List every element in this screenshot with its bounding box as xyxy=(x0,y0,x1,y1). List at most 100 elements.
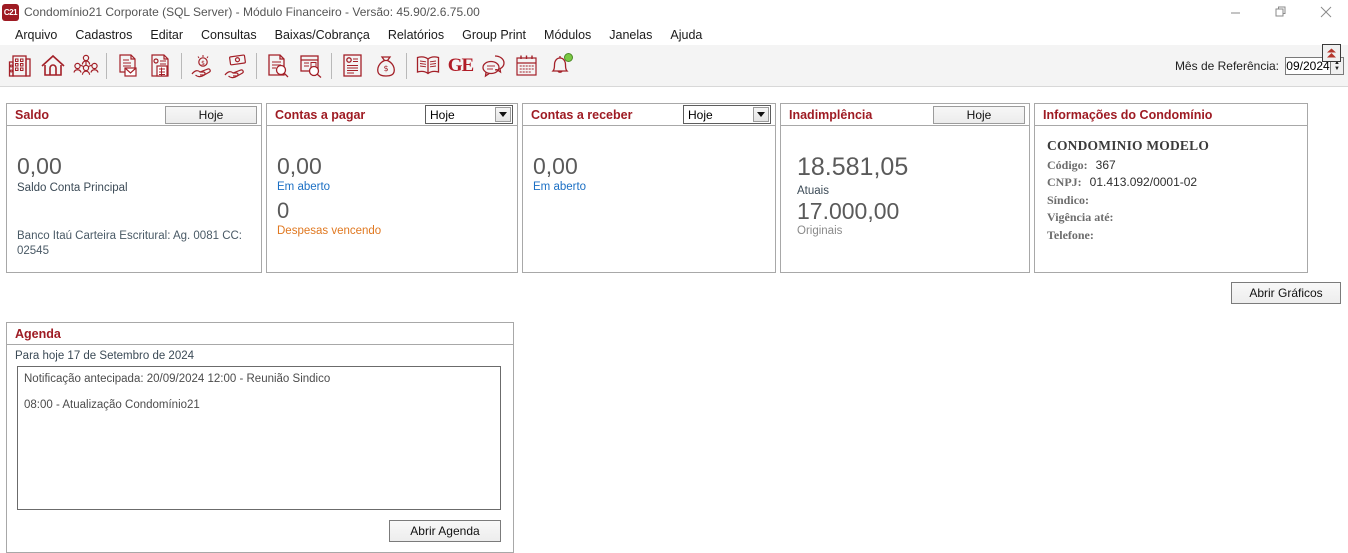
filter-selected-value: Hoje xyxy=(688,107,713,122)
menu-item-cadastros[interactable]: Cadastros xyxy=(66,26,141,44)
home-icon[interactable] xyxy=(36,48,69,84)
toolbar: $ $ GE Mês de Referência: 09/2024 ▲ ▼ xyxy=(0,45,1348,87)
agenda-footer: Abrir Agenda xyxy=(7,510,513,552)
panel-contas-a-pagar: Contas a pagar Hoje 0,00 Em aberto 0 Des… xyxy=(266,103,518,273)
calendar-icon[interactable] xyxy=(510,48,543,84)
hand-money-icon[interactable] xyxy=(219,48,252,84)
menu-item-group-print[interactable]: Group Print xyxy=(453,26,535,44)
svg-text:$: $ xyxy=(383,64,388,73)
condominio-name: CONDOMINIO MODELO xyxy=(1047,138,1210,153)
window-title: Condomínio21 Corporate (SQL Server) - Mó… xyxy=(24,5,480,19)
menu-item-modulos[interactable]: Módulos xyxy=(535,26,600,44)
restore-icon[interactable] xyxy=(1258,0,1303,24)
menu-item-relatorios[interactable]: Relatórios xyxy=(379,26,453,44)
contas-pagar-value: 0,00 xyxy=(277,153,322,179)
chevron-down-icon[interactable] xyxy=(753,107,769,122)
menu-bar: Arquivo Cadastros Editar Consultas Baixa… xyxy=(0,24,1348,45)
panel-contas-a-receber: Contas a receber Hoje 0,00 Em aberto xyxy=(522,103,776,273)
codigo-label: Código: xyxy=(1047,158,1088,172)
inadimplencia-secondary-label: Originais xyxy=(797,224,843,237)
abrir-graficos-button[interactable]: Abrir Gráficos xyxy=(1231,282,1341,304)
title-bar: C21 Condomínio21 Corporate (SQL Server) … xyxy=(0,0,1348,24)
panel-inadimplencia: Inadimplência Hoje 18.581,05 Atuais 17.0… xyxy=(780,103,1030,273)
screen-search-icon[interactable] xyxy=(294,48,327,84)
ge-logo-icon[interactable]: GE xyxy=(444,48,477,84)
agenda-entry: Notificação antecipada: 20/09/2024 12:00… xyxy=(24,373,331,385)
menu-item-arquivo[interactable]: Arquivo xyxy=(6,26,66,44)
contas-receber-value: 0,00 xyxy=(533,153,578,179)
app-icon: C21 xyxy=(2,3,19,21)
panel-agenda-header: Agenda xyxy=(7,323,513,345)
stepper-down-icon[interactable]: ▼ xyxy=(1334,66,1340,72)
agenda-spacer xyxy=(24,388,494,398)
toolbar-separator xyxy=(106,52,107,79)
document-mail-icon[interactable] xyxy=(111,48,144,84)
document-calculator-icon[interactable] xyxy=(144,48,177,84)
panel-saldo: Saldo Hoje 0,00 Saldo Conta Principal Ba… xyxy=(6,103,262,273)
condominio-row-cnpj: CNPJ: 01.413.092/0001-02 xyxy=(1047,174,1297,191)
menu-item-consultas[interactable]: Consultas xyxy=(192,26,266,44)
panel-saldo-body: 0,00 Saldo Conta Principal Banco Itaú Ca… xyxy=(7,126,261,272)
panel-saldo-header: Saldo Hoje xyxy=(7,104,261,126)
contas-receber-value-label[interactable]: Em aberto xyxy=(533,181,765,193)
contas-pagar-secondary-label[interactable]: Despesas vencendo xyxy=(277,225,507,237)
saldo-value-label: Saldo Conta Principal xyxy=(17,182,128,195)
money-bag-icon[interactable]: $ xyxy=(369,48,402,84)
document-list-icon[interactable] xyxy=(336,48,369,84)
panel-inadimplencia-filter-button[interactable]: Hoje xyxy=(933,105,1025,124)
sindico-label: Síndico: xyxy=(1047,192,1090,207)
bell-notification-icon[interactable] xyxy=(543,48,576,84)
minimize-icon[interactable] xyxy=(1213,0,1258,24)
filter-selected-value: Hoje xyxy=(430,107,455,122)
panel-contas-a-pagar-header: Contas a pagar Hoje xyxy=(267,104,517,126)
condominio-row-sindico: Síndico: xyxy=(1047,192,1297,209)
panel-informacoes-body: CONDOMINIO MODELO Código: 367 CNPJ: 01.4… xyxy=(1035,126,1307,272)
panel-contas-a-receber-title: Contas a receber xyxy=(531,107,633,122)
reference-month-label: Mês de Referência: xyxy=(1174,58,1279,73)
toolbar-separator xyxy=(181,52,182,79)
contas-pagar-value-label[interactable]: Em aberto xyxy=(277,181,507,193)
saldo-account-info: Banco Itaú Carteira Escritural: Ag. 0081… xyxy=(17,229,242,258)
inadimplencia-value: 18.581,05 xyxy=(797,153,909,181)
toolbar-separator xyxy=(331,52,332,79)
svg-text:$: $ xyxy=(201,60,205,67)
cnpj-value: 01.413.092/0001-02 xyxy=(1089,175,1198,190)
close-icon[interactable] xyxy=(1303,0,1348,24)
agenda-today-label: Para hoje 17 de Setembro de 2024 xyxy=(15,350,195,362)
abrir-agenda-button[interactable]: Abrir Agenda xyxy=(389,520,501,542)
menu-item-janelas[interactable]: Janelas xyxy=(600,26,661,44)
application-window: C21 Condomínio21 Corporate (SQL Server) … xyxy=(0,0,1348,553)
panel-contas-a-receber-body: 0,00 Em aberto xyxy=(523,126,775,272)
document-search-icon[interactable] xyxy=(261,48,294,84)
agenda-entries-box[interactable]: Notificação antecipada: 20/09/2024 12:00… xyxy=(17,366,501,510)
panel-agenda-title: Agenda xyxy=(15,326,61,341)
panel-saldo-filter-button[interactable]: Hoje xyxy=(165,105,257,124)
inadimplencia-value-label: Atuais xyxy=(797,184,829,197)
menu-item-editar[interactable]: Editar xyxy=(141,26,192,44)
chat-bubbles-icon[interactable] xyxy=(477,48,510,84)
menu-item-baixas-cobranca[interactable]: Baixas/Cobrança xyxy=(266,26,379,44)
panel-informacoes-condominio: Informações do Condomínio CONDOMINIO MOD… xyxy=(1034,103,1308,273)
panel-contas-a-receber-header: Contas a receber Hoje xyxy=(523,104,775,126)
panel-informacoes-header: Informações do Condomínio xyxy=(1035,104,1307,126)
panel-contas-a-pagar-title: Contas a pagar xyxy=(275,107,366,122)
book-icon[interactable] xyxy=(411,48,444,84)
panel-contas-a-pagar-filter-select[interactable]: Hoje xyxy=(425,105,513,124)
window-controls xyxy=(1213,0,1348,24)
menu-item-ajuda[interactable]: Ajuda xyxy=(661,26,711,44)
panel-inadimplencia-title: Inadimplência xyxy=(789,107,873,122)
building-icon[interactable] xyxy=(3,48,36,84)
panel-contas-a-receber-filter-select[interactable]: Hoje xyxy=(683,105,771,124)
hand-coin-icon[interactable]: $ xyxy=(186,48,219,84)
cnpj-label: CNPJ: xyxy=(1047,175,1082,190)
agenda-entry: 08:00 - Atualização Condomínio21 xyxy=(24,398,200,411)
codigo-value: 367 xyxy=(1095,158,1116,172)
people-group-icon[interactable] xyxy=(69,48,102,84)
collapse-panel-button[interactable] xyxy=(1322,44,1341,62)
panel-agenda: Agenda Para hoje 17 de Setembro de 2024 … xyxy=(6,322,514,553)
panel-informacoes-title: Informações do Condomínio xyxy=(1043,107,1213,122)
panel-inadimplencia-header: Inadimplência Hoje xyxy=(781,104,1029,126)
ge-logo-text: GE xyxy=(447,54,474,76)
dashboard-panels: Saldo Hoje 0,00 Saldo Conta Principal Ba… xyxy=(6,103,1308,273)
chevron-down-icon[interactable] xyxy=(495,107,511,122)
